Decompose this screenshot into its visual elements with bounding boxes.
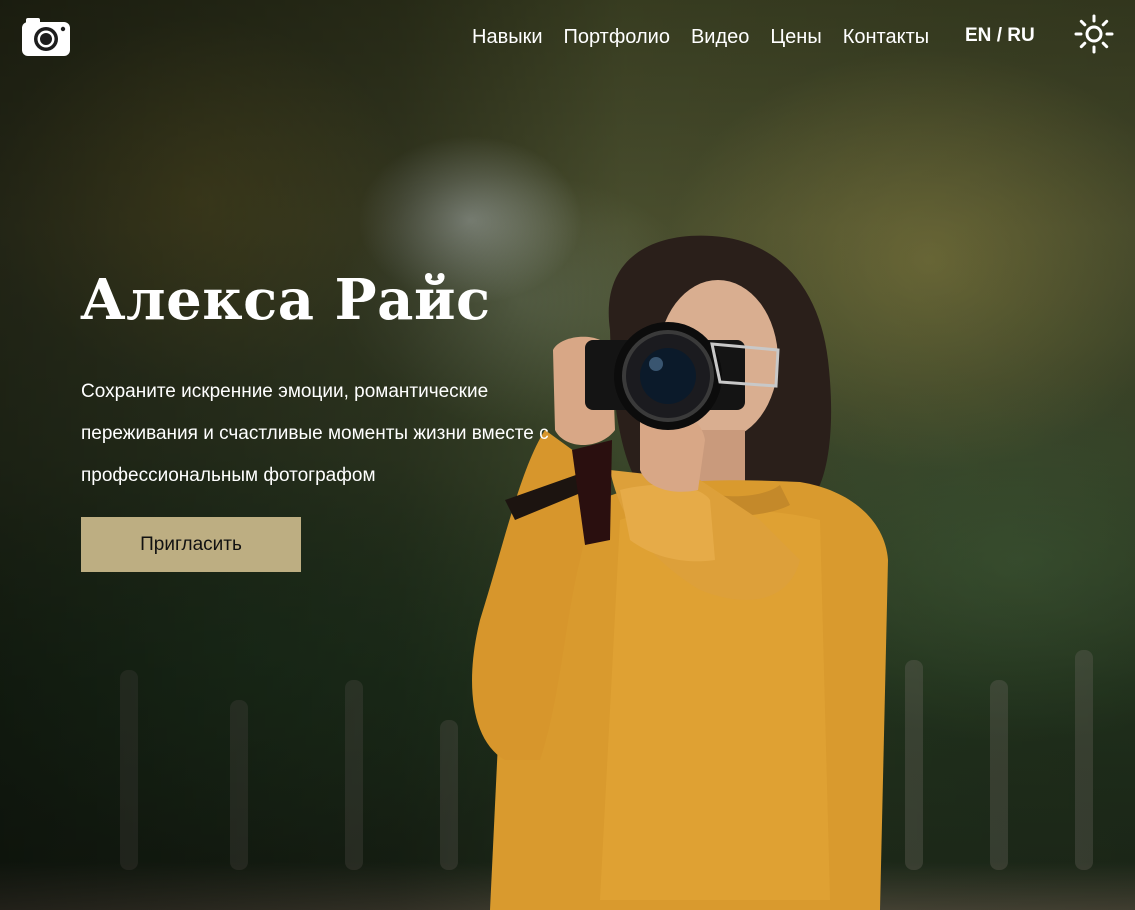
hero-description: Сохраните искренние эмоции, романтически…: [81, 381, 549, 486]
nav-link-portfolio[interactable]: Портфолио: [564, 24, 670, 50]
main-nav: Навыки Портфолио Видео Цены Контакты: [472, 24, 950, 50]
nav-link-skills[interactable]: Навыки: [472, 24, 543, 50]
lang-en[interactable]: EN: [965, 25, 991, 46]
camera-icon[interactable]: [20, 16, 72, 58]
nav-link-prices[interactable]: Цены: [770, 24, 821, 50]
site-header: Навыки Портфолио Видео Цены Контакты EN …: [0, 0, 1135, 74]
hero-title: Алекса Райс: [80, 267, 491, 333]
nav-link-contacts[interactable]: Контакты: [843, 24, 929, 50]
sun-icon[interactable]: [1074, 14, 1114, 54]
invite-button[interactable]: Пригласить: [81, 517, 301, 572]
language-switcher: EN / RU: [965, 23, 1035, 49]
lang-separator: /: [996, 25, 1002, 46]
lang-ru[interactable]: RU: [1007, 25, 1034, 46]
nav-link-video[interactable]: Видео: [691, 24, 749, 50]
